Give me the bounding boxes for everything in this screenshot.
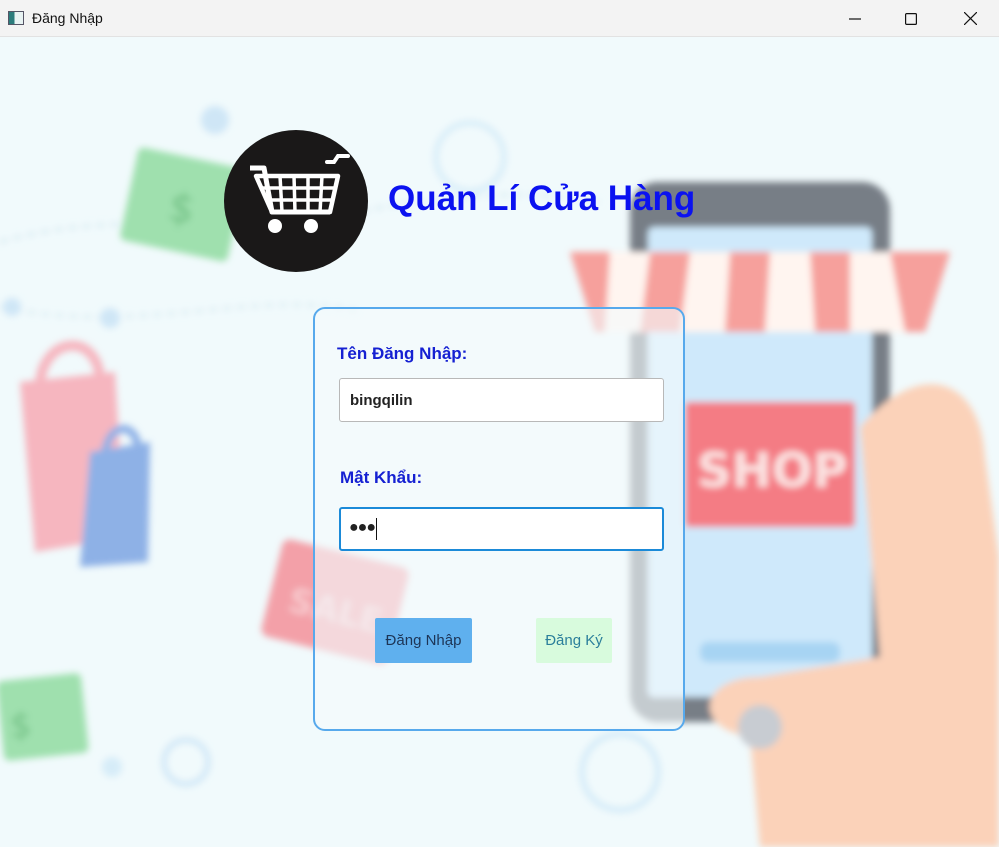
svg-text:$: $	[10, 706, 32, 746]
password-label: Mật Khẩu:	[340, 468, 423, 487]
username-field[interactable]: bingqilin	[339, 378, 664, 422]
register-button[interactable]: Đăng Ký	[536, 618, 612, 663]
username-label: Tên Đăng Nhập:	[337, 344, 468, 363]
window-title: Đăng Nhập	[32, 10, 103, 26]
store-logo	[224, 130, 368, 272]
login-button[interactable]: Đăng Nhập	[375, 618, 472, 663]
password-value: ●●●	[349, 519, 376, 536]
password-field[interactable]: ●●●	[339, 507, 664, 551]
maximize-button[interactable]	[882, 0, 940, 37]
app-title: Quản Lí Cửa Hàng	[388, 179, 696, 218]
username-value: bingqilin	[350, 392, 413, 409]
close-icon	[963, 12, 977, 25]
shopping-cart-icon	[250, 154, 350, 233]
background-shop-sign: SHOP	[697, 443, 848, 499]
minimize-button[interactable]	[826, 0, 884, 37]
minimize-icon	[849, 17, 861, 20]
maximize-icon	[905, 12, 917, 25]
window-content: $ $ SALE SHOP	[0, 37, 999, 847]
text-caret	[376, 518, 377, 540]
close-button[interactable]	[941, 0, 999, 37]
title-bar: Đăng Nhập	[0, 0, 999, 37]
app-icon	[8, 11, 24, 25]
